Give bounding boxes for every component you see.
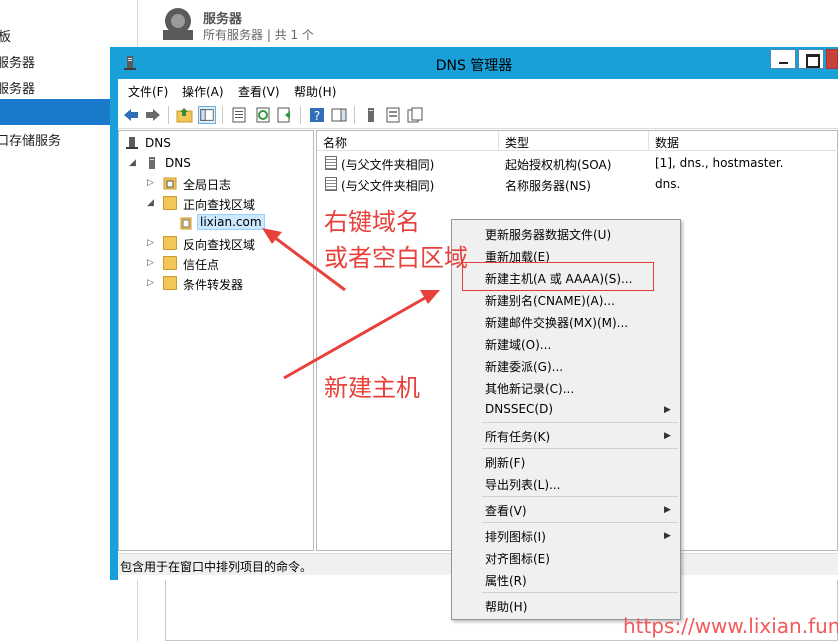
menu-help[interactable]: 帮助(H) [294,83,336,100]
menu-item-new-alias[interactable]: 新建别名(CNAME)(A)... [485,292,615,309]
back-arrow-icon[interactable] [122,106,140,124]
menu-item-export-list[interactable]: 导出列表(L)... [485,476,561,493]
console-tree: DNS ◢ DNS ▷ 全局日志 ◢ 正向查找区域 lixian.com ▷ 反… [118,130,314,551]
menu-file[interactable]: 文件(F) [128,83,168,100]
submenu-arrow-icon: ▶ [664,531,671,541]
list-header: 名称 类型 数据 [317,131,838,151]
menu-item-view[interactable]: 查看(V) [485,502,527,519]
menu-item-other-new-records[interactable]: 其他新记录(C)... [485,380,574,397]
column-name[interactable]: 名称 [317,131,499,151]
watermark: https://www.lixian.fun [623,614,838,638]
menu-action[interactable]: 操作(A) [182,83,224,100]
menu-item-dnssec[interactable]: DNSSEC(D) [485,402,553,416]
collapse-icon[interactable]: ◢ [147,198,157,208]
close-button[interactable] [826,49,838,69]
zone-file-icon [180,217,192,230]
menu-item-arrange-icons[interactable]: 排列图标(I) [485,528,546,545]
expand-icon[interactable]: ▷ [147,238,157,248]
server-base-icon [163,30,193,40]
refresh-icon[interactable] [254,106,272,124]
server-icon[interactable] [362,106,380,124]
sidebar-item-dashboard[interactable]: 板 [0,26,11,45]
context-menu: 更新服务器数据文件(U) 重新加载(E) 新建主机(A 或 AAAA)(S)..… [451,219,681,620]
column-type[interactable]: 类型 [499,131,649,151]
page-subtitle: 所有服务器 | 共 1 个 [203,28,314,42]
action-pane-icon[interactable] [330,106,348,124]
expand-icon[interactable]: ▷ [147,258,157,268]
expand-icon[interactable]: ▷ [147,278,157,288]
record-icon [325,177,337,191]
log-folder-icon [163,177,177,190]
annotation-or-blank-area: 或者空白区域 [324,244,468,272]
menu-item-all-tasks[interactable]: 所有任务(K) [485,428,550,445]
toolbar: ? [118,101,838,129]
show-hide-tree-icon[interactable] [198,106,216,124]
page-title: 服务器 [203,12,243,27]
menu-view[interactable]: 查看(V) [238,83,280,100]
maximize-button[interactable] [798,49,824,69]
folder-icon [163,276,177,290]
help-icon[interactable]: ? [308,106,326,124]
record-icon [325,156,337,170]
sidebar-item-local-server[interactable]: 服务器 [0,52,35,71]
menu-item-new-domain[interactable]: 新建域(O)... [485,336,551,353]
menu-item-new-host[interactable]: 新建主机(A 或 AAAA)(S)... [485,270,632,287]
list-row[interactable]: (与父文件夹相同) 名称服务器(NS) dns. [317,174,838,194]
status-text: 包含用于在窗口中排列项目的命令。 [120,560,313,574]
menu-item-new-delegation[interactable]: 新建委派(G)... [485,358,563,375]
dns-icon [126,137,138,149]
folder-icon [163,236,177,250]
window-title: DNS 管理器 [435,58,513,74]
annotation-right-click-domain: 右键域名 [324,208,420,236]
server-icon [149,157,155,169]
expand-icon[interactable]: ▷ [147,178,157,188]
minimize-button[interactable] [770,49,796,69]
menu-item-line-up-icons[interactable]: 对齐图标(E) [485,550,550,567]
server-manager-header: 服务器 所有服务器 | 共 1 个 [139,0,838,46]
menu-item-new-mail-exchanger[interactable]: 新建邮件交换器(MX)(M)... [485,314,628,331]
sidebar-item-all-servers[interactable]: 服务器 [0,78,35,97]
title-bar[interactable]: DNS 管理器 [110,47,838,79]
menu-item-refresh[interactable]: 刷新(F) [485,454,525,471]
column-data[interactable]: 数据 [649,131,838,151]
menu-item-update-data-files[interactable]: 更新服务器数据文件(U) [485,226,611,243]
properties-icon[interactable] [230,106,248,124]
copy-icon[interactable] [406,106,424,124]
sidebar-item-storage[interactable]: 口存储服务 [0,130,61,149]
menu-bar: 文件(F) 操作(A) 查看(V) 帮助(H) [118,79,838,101]
list-row[interactable]: (与父文件夹相同) 起始授权机构(SOA) [1], dns., hostmas… [317,153,838,173]
collapse-icon[interactable]: ◢ [129,158,139,168]
list-icon[interactable] [384,106,402,124]
menu-item-properties[interactable]: 属性(R) [485,572,527,589]
export-list-icon[interactable] [276,106,294,124]
submenu-arrow-icon: ▶ [664,405,671,415]
menu-item-help[interactable]: 帮助(H) [485,598,527,615]
annotation-new-host: 新建主机 [324,374,420,402]
submenu-arrow-icon: ▶ [664,505,671,515]
forward-arrow-icon[interactable] [144,106,162,124]
folder-icon [163,196,177,210]
svg-text:?: ? [314,109,320,123]
submenu-arrow-icon: ▶ [664,431,671,441]
up-folder-icon[interactable] [176,106,194,124]
folder-icon [163,256,177,270]
